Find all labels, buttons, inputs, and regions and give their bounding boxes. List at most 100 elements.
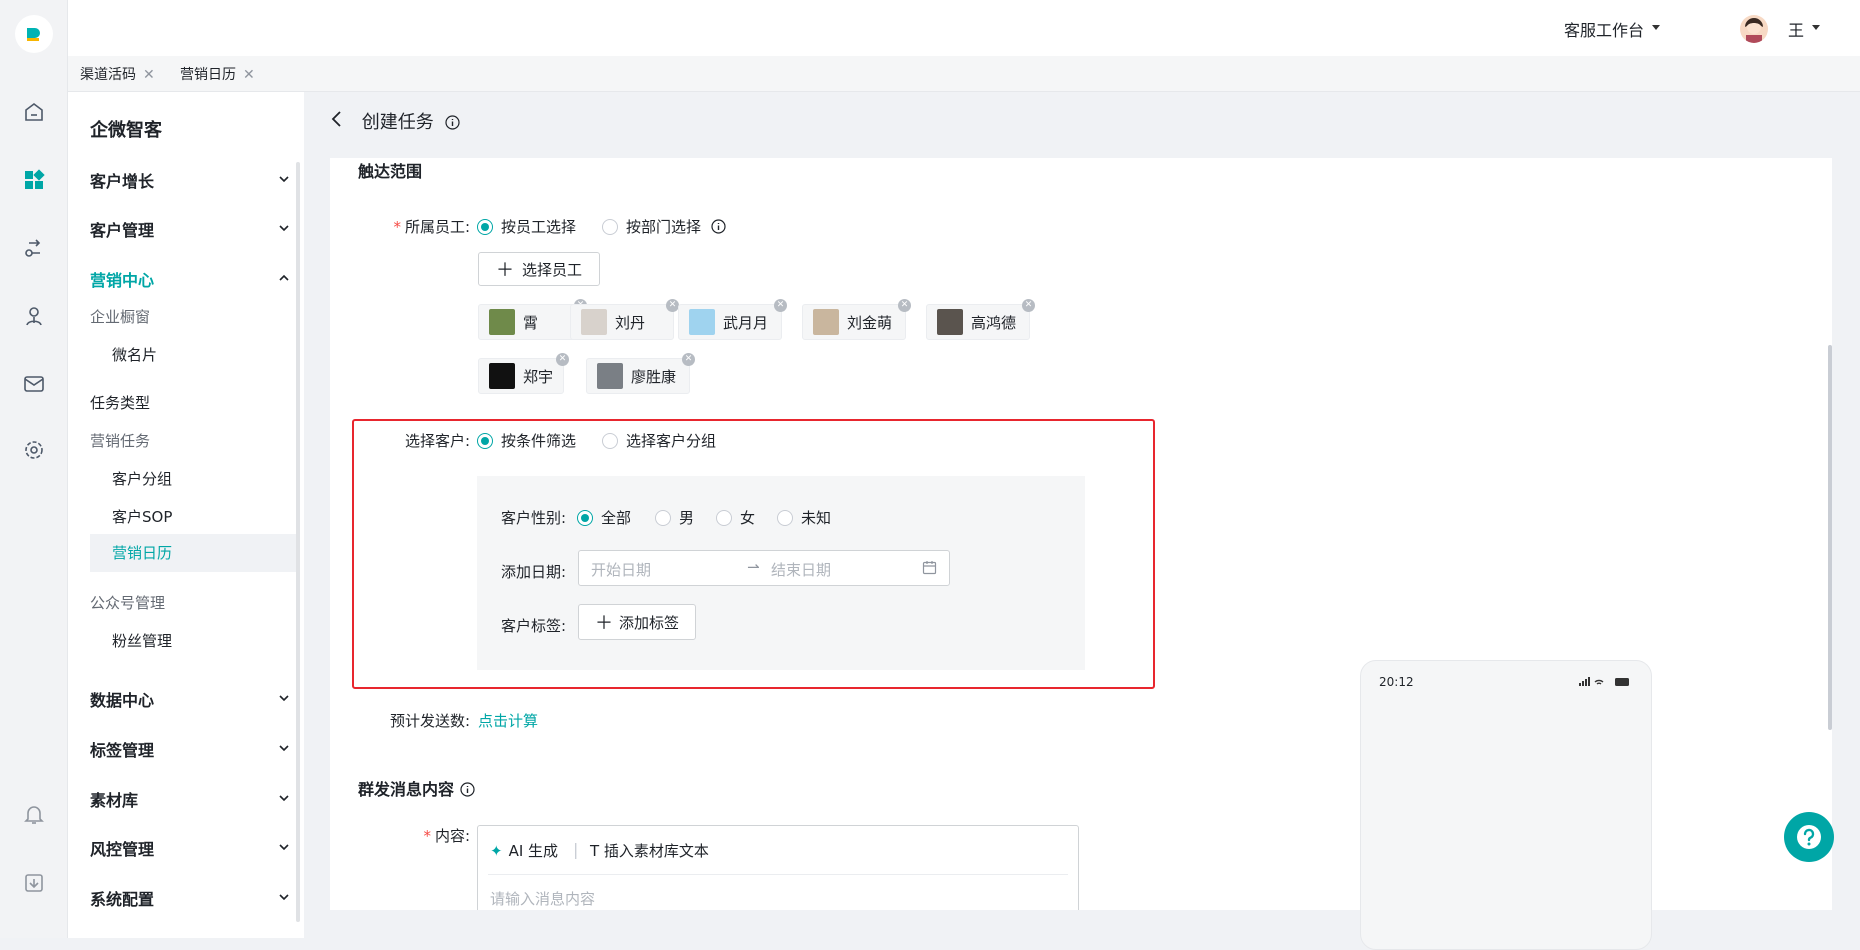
- chevron-down-icon: [278, 888, 290, 907]
- staff-name: 郑宇: [523, 367, 554, 386]
- radio-by-staff[interactable]: 按员工选择: [477, 216, 576, 237]
- menu-material-library[interactable]: 素材库: [90, 787, 290, 811]
- section-message-title: 群发消息内容: [358, 776, 475, 801]
- signal-battery-icon: [1579, 673, 1633, 692]
- staff-avatar: [689, 309, 715, 335]
- download-icon[interactable]: [20, 869, 48, 897]
- divider: |: [573, 840, 579, 859]
- radio-by-dept[interactable]: 按部门选择: [602, 216, 726, 238]
- workspace-dropdown[interactable]: 客服工作台: [1564, 17, 1660, 41]
- staff-chip: 武月月 ✕: [678, 299, 787, 340]
- menu-customer-growth[interactable]: 客户增长: [90, 168, 290, 192]
- help-icon: [1797, 825, 1821, 849]
- menu-data-center[interactable]: 数据中心: [90, 687, 290, 711]
- staff-avatar: [937, 309, 963, 335]
- tab-channel-code[interactable]: 渠道活码 ✕: [80, 64, 155, 84]
- remove-icon[interactable]: ✕: [682, 353, 695, 366]
- chevron-down-icon: [278, 838, 290, 857]
- staff-label-text: 所属员工:: [404, 218, 470, 236]
- close-icon[interactable]: ✕: [243, 67, 255, 83]
- plus-icon: ＋: [495, 260, 514, 281]
- divider: [488, 874, 1068, 875]
- calculate-link[interactable]: 点击计算: [478, 710, 538, 731]
- menu-label: 营销中心: [90, 271, 155, 290]
- close-icon[interactable]: ✕: [143, 67, 155, 83]
- page-title: 创建任务: [361, 112, 434, 133]
- mail-icon[interactable]: [20, 370, 48, 398]
- phone-time: 20:12: [1379, 675, 1414, 689]
- top-bar: 客服工作台 王: [68, 0, 1860, 56]
- remove-icon[interactable]: ✕: [1022, 299, 1035, 312]
- tab-marketing-calendar[interactable]: 营销日历 ✕: [180, 64, 255, 84]
- content-scrollbar[interactable]: [1828, 345, 1832, 730]
- flow-icon[interactable]: [20, 234, 48, 262]
- content-textarea[interactable]: 请输入消息内容: [490, 888, 595, 909]
- remove-icon[interactable]: ✕: [898, 299, 911, 312]
- select-staff-button[interactable]: ＋ 选择员工: [478, 252, 600, 286]
- staff-chip: 刘丹 ✕: [570, 299, 679, 340]
- chevron-up-icon: [278, 269, 290, 288]
- section-reach-title: 触达范围: [358, 162, 423, 181]
- help-button[interactable]: [1784, 812, 1834, 862]
- menu-label: 系统配置: [90, 890, 155, 909]
- home-icon[interactable]: [20, 98, 48, 126]
- content-label: * 内容:: [423, 827, 470, 845]
- back-icon[interactable]: [330, 110, 342, 133]
- tab-label: 营销日历: [180, 67, 236, 83]
- button-label: AI 生成: [508, 842, 559, 860]
- highlight-box: [352, 419, 1155, 689]
- sidebar-item-fans[interactable]: 粉丝管理: [112, 630, 172, 651]
- staff-avatar: [581, 309, 607, 335]
- tab-strip: 渠道活码 ✕ 营销日历 ✕: [68, 56, 1860, 92]
- remove-icon[interactable]: ✕: [774, 299, 787, 312]
- avatar[interactable]: [1740, 15, 1768, 43]
- info-icon[interactable]: [711, 219, 726, 238]
- group-official-account: 公众号管理: [90, 594, 166, 612]
- staff-chip: 霄✕: [478, 299, 587, 340]
- menu-customer-management[interactable]: 客户管理: [90, 217, 290, 241]
- staff-avatar: [813, 309, 839, 335]
- icon-rail: [0, 0, 68, 938]
- staff-name: 霄: [523, 313, 539, 332]
- page-header: 创建任务: [330, 108, 461, 135]
- content-editor[interactable]: ✦ AI 生成 | T 插入素材库文本 请输入消息内容: [477, 825, 1079, 910]
- sidebar-item-mini-card[interactable]: 微名片: [112, 344, 157, 365]
- sidebar-item-customer-sop[interactable]: 客户SOP: [112, 506, 172, 527]
- staff-avatar: [489, 309, 515, 335]
- staff-avatar: [597, 363, 623, 389]
- chevron-down-icon: [278, 170, 290, 189]
- menu-risk-control[interactable]: 风控管理: [90, 836, 290, 860]
- phone-preview: 20:12: [1360, 660, 1652, 950]
- chevron-down-icon: [278, 219, 290, 238]
- sidebar-item-task-type[interactable]: 任务类型: [90, 392, 150, 413]
- menu-label: 标签管理: [90, 741, 155, 760]
- staff-chip: 郑宇 ✕: [478, 353, 569, 394]
- staff-chip: 廖胜康 ✕: [586, 353, 695, 394]
- staff-avatar: [489, 363, 515, 389]
- insert-material-button[interactable]: T 插入素材库文本: [590, 840, 709, 861]
- sidebar-brand: 企微智客: [90, 120, 162, 141]
- sidebar-scrollbar[interactable]: [296, 162, 300, 922]
- staff-chip: 高鸿德 ✕: [926, 299, 1035, 340]
- menu-marketing-center[interactable]: 营销中心: [90, 267, 290, 291]
- estimate-label: 预计发送数:: [389, 712, 470, 730]
- app-logo[interactable]: [15, 15, 53, 53]
- button-label: 选择员工: [521, 260, 582, 279]
- sidebar-item-customer-group[interactable]: 客户分组: [112, 468, 172, 489]
- user-icon[interactable]: [20, 302, 48, 330]
- bell-icon[interactable]: [20, 800, 48, 828]
- remove-icon[interactable]: ✕: [556, 353, 569, 366]
- menu-system-config[interactable]: 系统配置: [90, 886, 290, 910]
- group-marketing-task: 营销任务: [90, 432, 151, 450]
- apps-icon[interactable]: [20, 166, 48, 194]
- info-icon[interactable]: [445, 114, 461, 135]
- menu-tag-management[interactable]: 标签管理: [90, 737, 290, 761]
- group-enterprise-showcase: 企业橱窗: [90, 308, 151, 326]
- sidebar-item-marketing-calendar[interactable]: 营销日历: [90, 534, 298, 572]
- ai-generate-button[interactable]: ✦ AI 生成: [490, 840, 558, 861]
- staff-name: 刘金萌: [847, 313, 893, 332]
- settings-icon[interactable]: [20, 436, 48, 464]
- user-menu[interactable]: 王: [1788, 17, 1820, 41]
- info-icon[interactable]: [460, 782, 475, 801]
- sidebar: 企微智客 客户增长 客户管理 营销中心 企业橱窗 微名片 任务类型 营销任务 客…: [68, 92, 304, 938]
